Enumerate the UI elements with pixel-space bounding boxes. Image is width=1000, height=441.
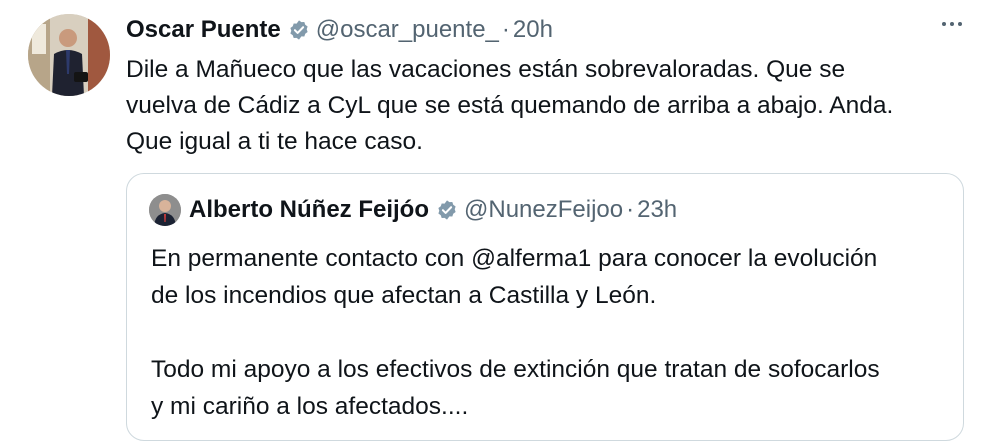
quoted-tweet-text: En permanente contacto con @alferma1 par…	[151, 245, 880, 420]
separator-dot: ·	[501, 16, 510, 43]
more-dot	[958, 22, 962, 26]
quoted-author-name[interactable]: Alberto Núñez Feijóo	[189, 192, 429, 228]
tweet-text: Dile a Mañueco que las vacaciones están …	[126, 56, 894, 155]
quoted-tweet-header: Alberto Núñez Feijóo @NunezFeijoo · 23h	[149, 192, 677, 228]
verified-badge-icon	[436, 199, 458, 221]
author-handle[interactable]: @oscar_puente_	[316, 12, 499, 48]
more-options-icon[interactable]	[942, 22, 962, 26]
quoted-author-avatar[interactable]	[149, 194, 181, 226]
tweet-header: Oscar Puente @oscar_puente_ · 20h	[126, 12, 553, 48]
quoted-tweet-card[interactable]: Alberto Núñez Feijóo @NunezFeijoo · 23h …	[126, 173, 964, 441]
verified-badge-icon	[288, 19, 310, 41]
separator-dot: ·	[626, 196, 635, 223]
tweet-timestamp[interactable]: 20h	[513, 12, 553, 48]
quoted-author-handle[interactable]: @NunezFeijoo	[464, 192, 623, 228]
more-dot	[942, 22, 946, 26]
author-avatar[interactable]	[28, 14, 110, 96]
author-name[interactable]: Oscar Puente	[126, 12, 281, 48]
quoted-tweet-timestamp[interactable]: 23h	[637, 192, 677, 228]
more-dot	[950, 22, 954, 26]
